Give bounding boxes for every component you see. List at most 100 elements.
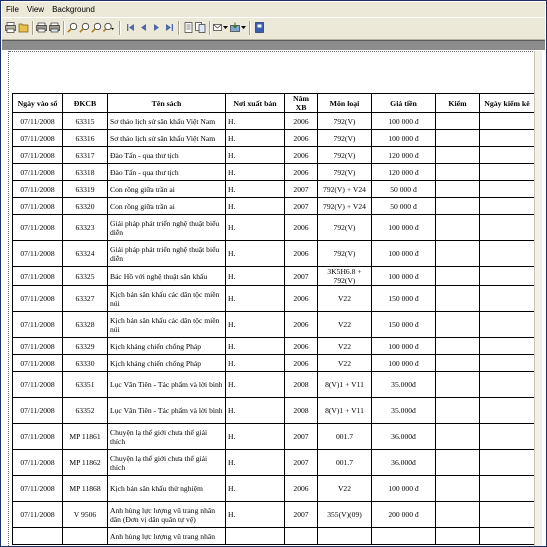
cell-category: 792(V) bbox=[317, 112, 372, 130]
print-icon[interactable] bbox=[5, 22, 16, 33]
cell-date: 07/11/2008 bbox=[12, 423, 63, 450]
table-row: 07/11/2008 V 9506 Anh hùng lực lượng vũ tr… bbox=[12, 501, 535, 528]
cell-category: 792(V) + V24 bbox=[317, 180, 372, 198]
cell-price: 100 000 đ bbox=[371, 129, 436, 147]
cell-check-date bbox=[479, 197, 535, 215]
cell-price: 50 000 đ bbox=[371, 180, 436, 198]
cell-category bbox=[317, 527, 372, 545]
cell-publisher: H. bbox=[225, 501, 285, 528]
report-page: Ngày vào sổ ĐKCB Tên sách Nơi xuất bản N… bbox=[8, 51, 542, 546]
cell-check-date bbox=[479, 475, 535, 502]
menu-view[interactable]: View bbox=[23, 2, 48, 14]
cell-price: 35.000đ bbox=[371, 397, 436, 424]
table-row: 07/11/2008 63316 Sơ thảo lịch sử sân khấu … bbox=[12, 129, 535, 147]
cell-date: 07/11/2008 bbox=[12, 197, 63, 215]
cell-dkcb: 63324 bbox=[62, 240, 108, 267]
cell-check bbox=[435, 397, 480, 424]
cell-price: 36.000đ bbox=[371, 449, 436, 476]
cell-publisher: H. bbox=[225, 475, 285, 502]
table-row: Anh hùng lực lượng vũ trang nhân bbox=[12, 527, 535, 545]
toolbar-separator bbox=[209, 21, 211, 35]
export-icon[interactable] bbox=[49, 22, 60, 33]
cell-title: Con rồng giữa trần ai bbox=[107, 180, 226, 198]
column-header-category: Môn loại bbox=[317, 93, 372, 113]
cell-dkcb: 63316 bbox=[62, 129, 108, 147]
cell-title: Anh hùng lực lượng vũ trang nhân bbox=[107, 527, 226, 545]
cell-check-date bbox=[479, 240, 535, 267]
cell-check bbox=[435, 240, 480, 267]
cell-dkcb: 63323 bbox=[62, 214, 108, 241]
cell-title: Đào Tấn - qua thư tịch bbox=[107, 163, 226, 181]
cell-category: 8(V)1 + V11 bbox=[317, 397, 372, 424]
cell-check-date bbox=[479, 423, 535, 450]
cell-dkcb bbox=[62, 527, 108, 545]
multi-page-icon[interactable] bbox=[195, 22, 206, 33]
zoom-dropdown-icon[interactable] bbox=[103, 22, 114, 33]
cell-check-date bbox=[479, 354, 535, 372]
cell-category: 792(V) bbox=[317, 240, 372, 267]
cell-check-date bbox=[479, 180, 535, 198]
cell-check-date bbox=[479, 129, 535, 147]
cell-title: Chuyện lạ thế giới chưa thể giải thích bbox=[107, 423, 226, 450]
cell-date: 07/11/2008 bbox=[12, 163, 63, 181]
cell-dkcb: 63320 bbox=[62, 197, 108, 215]
cell-category: 8(V)1 + V11 bbox=[317, 371, 372, 398]
cell-category: V22 bbox=[317, 354, 372, 372]
print-setup-icon[interactable] bbox=[36, 22, 47, 33]
cell-date: 07/11/2008 bbox=[12, 371, 63, 398]
zoom-out-icon[interactable] bbox=[79, 22, 90, 33]
cell-publisher: H. bbox=[225, 311, 285, 338]
cell-title: Giải pháp phát triển nghệ thuật biểu diễ… bbox=[107, 240, 226, 267]
cell-date: 07/11/2008 bbox=[12, 240, 63, 267]
cell-dkcb: 63319 bbox=[62, 180, 108, 198]
first-page-icon[interactable] bbox=[125, 22, 136, 33]
cell-dkcb: 63352 bbox=[62, 397, 108, 424]
cell-title: Anh hùng lực lượng vũ trang nhân dân (Đơ… bbox=[107, 501, 226, 528]
cell-publisher: H. bbox=[225, 423, 285, 450]
cell-year: 2006 bbox=[284, 146, 318, 164]
cell-dkcb: 63351 bbox=[62, 371, 108, 398]
email-dropdown-icon[interactable] bbox=[223, 26, 228, 30]
cell-price: 100 000 đ bbox=[371, 354, 436, 372]
cell-category: 3K5H6.8 + 792(V) bbox=[317, 266, 372, 286]
table-row: 07/11/2008 63317 Đào Tấn - qua thư tịch H. 2… bbox=[12, 146, 535, 164]
toolbar-separator bbox=[119, 21, 121, 35]
cell-year: 2006 bbox=[284, 214, 318, 241]
cell-title: Kịch bản sân khấu các dân tộc miền núi bbox=[107, 311, 226, 338]
toolbar bbox=[2, 18, 545, 40]
prev-page-icon[interactable] bbox=[138, 22, 149, 33]
page-icon[interactable] bbox=[183, 22, 194, 33]
cell-date: 07/11/2008 bbox=[12, 285, 63, 312]
next-page-icon[interactable] bbox=[151, 22, 162, 33]
cell-year: 2006 bbox=[284, 129, 318, 147]
table-row: 07/11/2008 63318 Đào Tấn - qua thư tịch H. 2… bbox=[12, 163, 535, 181]
cell-price: 100 000 đ bbox=[371, 266, 436, 286]
cell-year: 2007 bbox=[284, 423, 318, 450]
cell-category: V22 bbox=[317, 337, 372, 355]
zoom-in-icon[interactable] bbox=[67, 22, 78, 33]
cell-check bbox=[435, 311, 480, 338]
cell-dkcb: MP 11861 bbox=[62, 423, 108, 450]
cell-year: 2007 bbox=[284, 449, 318, 476]
cell-publisher: H. bbox=[225, 163, 285, 181]
menu-file[interactable]: File bbox=[2, 2, 23, 14]
open-icon[interactable] bbox=[18, 22, 29, 33]
cell-title: Kịch kháng chiến chống Pháp bbox=[107, 337, 226, 355]
cell-year: 2006 bbox=[284, 354, 318, 372]
cell-title: Giải pháp phát triển nghệ thuật biểu diễ… bbox=[107, 214, 226, 241]
toolbar-separator bbox=[249, 21, 251, 35]
cell-year: 2007 bbox=[284, 197, 318, 215]
cell-year: 2006 bbox=[284, 311, 318, 338]
zoom-icon[interactable] bbox=[91, 22, 102, 33]
save-icon[interactable] bbox=[230, 22, 241, 33]
save-dropdown-icon[interactable] bbox=[241, 26, 246, 30]
cell-check bbox=[435, 129, 480, 147]
cell-check-date bbox=[479, 527, 535, 545]
cell-year: 2006 bbox=[284, 163, 318, 181]
report-viewer-window: File View Background Ngày vào sổ ĐKCB Tê… bbox=[0, 0, 547, 547]
help-icon[interactable] bbox=[254, 22, 265, 33]
cell-category: 792(V) bbox=[317, 163, 372, 181]
menu-background[interactable]: Background bbox=[48, 2, 99, 14]
vertical-scrollbar[interactable] bbox=[534, 51, 542, 546]
last-page-icon[interactable] bbox=[164, 22, 175, 33]
